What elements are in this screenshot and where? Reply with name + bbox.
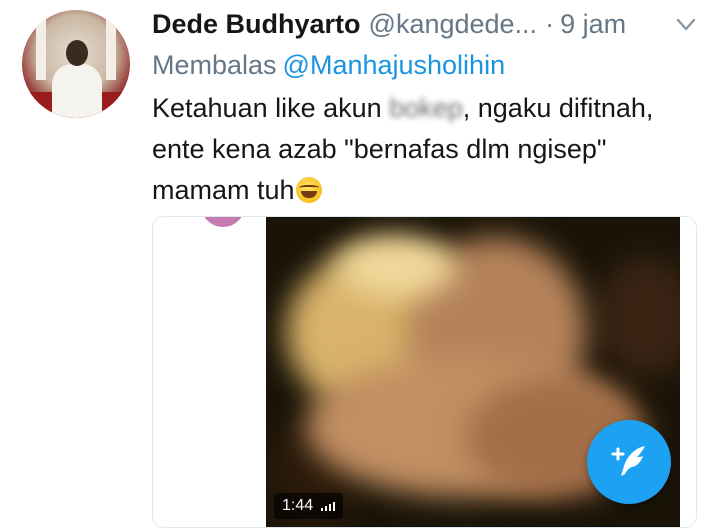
tweet-text: Ketahuan like akun bokep, ngaku difitnah… [152,88,692,211]
tweet-timestamp[interactable]: 9 jam [560,9,626,40]
compose-tweet-button[interactable] [587,420,671,504]
avatar-person-body [52,64,102,118]
reply-prefix: Membalas [152,50,277,80]
video-blur-region [336,237,456,297]
avatar[interactable] [22,10,130,118]
face-with-tears-of-joy-icon [295,177,322,203]
video-duration: 1:44 [282,497,314,514]
avatar-background-column [106,10,116,80]
reply-context: Membalas @Manhajusholihin [152,50,505,81]
signal-bars-icon [321,501,336,511]
avatar-background-column [36,10,46,80]
reply-mention-link[interactable]: @Manhajusholihin [283,50,506,80]
author-handle[interactable]: @kangdede... [369,9,538,40]
separator-dot: · [545,8,555,39]
video-blur-region [596,257,680,377]
partial-avatar-image [201,217,245,227]
avatar-person-head [66,40,88,66]
censored-word: bokep [389,93,463,123]
author-name[interactable]: Dede Budhyarto [152,9,361,40]
video-duration-badge: 1:44 [274,493,344,519]
feather-plus-icon [611,446,645,476]
chevron-down-icon[interactable] [676,18,696,32]
tweet-header: Dede Budhyarto @kangdede... · 9 jam [152,6,626,42]
tweet-text-part1: Ketahuan like akun [152,93,390,123]
